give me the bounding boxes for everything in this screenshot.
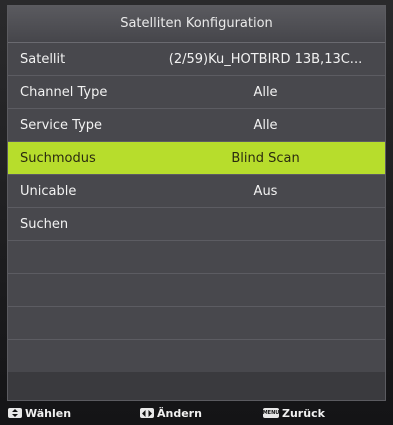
menu-row-satellit[interactable]: Satellit (2/59)Ku_HOTBIRD 13B,13C... (8, 43, 385, 76)
tv-screen: Satelliten Konfiguration Satellit (2/59)… (0, 0, 393, 425)
menu-row-channel-type[interactable]: Channel Type Alle (8, 76, 385, 109)
panel-footer (8, 372, 385, 400)
menu-row-unicable[interactable]: Unicable Aus (8, 175, 385, 208)
menu-row-service-type[interactable]: Service Type Alle (8, 109, 385, 142)
help-bar: Wählen Ändern MENU Zurück (0, 401, 393, 425)
empty-row (8, 241, 385, 274)
help-change-label: Ändern (157, 406, 202, 420)
menu-row-label: Unicable (20, 183, 77, 199)
menu-row-value: (2/59)Ku_HOTBIRD 13B,13C... (168, 51, 363, 67)
satellite-config-panel: Satelliten Konfiguration Satellit (2/59)… (7, 5, 386, 401)
page-title: Satelliten Konfiguration (8, 6, 385, 43)
menu-row-value: Blind Scan (231, 150, 300, 166)
menu-row-label: Suchen (20, 216, 69, 232)
menu-row-value: Alle (253, 117, 278, 133)
menu-key-icon: MENU (262, 408, 280, 418)
menu-row-suchen[interactable]: Suchen (8, 208, 385, 241)
help-select-label: Wählen (25, 406, 72, 420)
menu-row-label: Suchmodus (20, 150, 96, 166)
empty-row (8, 307, 385, 340)
menu-row-value: Alle (253, 84, 278, 100)
menu-row-label: Satellit (20, 51, 66, 67)
help-back-label: Zurück (282, 406, 325, 420)
help-back: MENU Zurück (263, 407, 325, 420)
menu-row-label: Service Type (20, 117, 103, 133)
help-select: Wählen (8, 407, 71, 420)
empty-row (8, 340, 385, 373)
menu-row-label: Channel Type (20, 84, 108, 100)
menu-row-suchmodus[interactable]: Suchmodus Blind Scan (8, 142, 385, 175)
up-down-arrows-icon (8, 408, 22, 418)
empty-row (8, 274, 385, 307)
left-right-arrows-icon (140, 408, 154, 418)
menu-row-value: Aus (253, 183, 278, 199)
help-change: Ändern (140, 407, 202, 420)
